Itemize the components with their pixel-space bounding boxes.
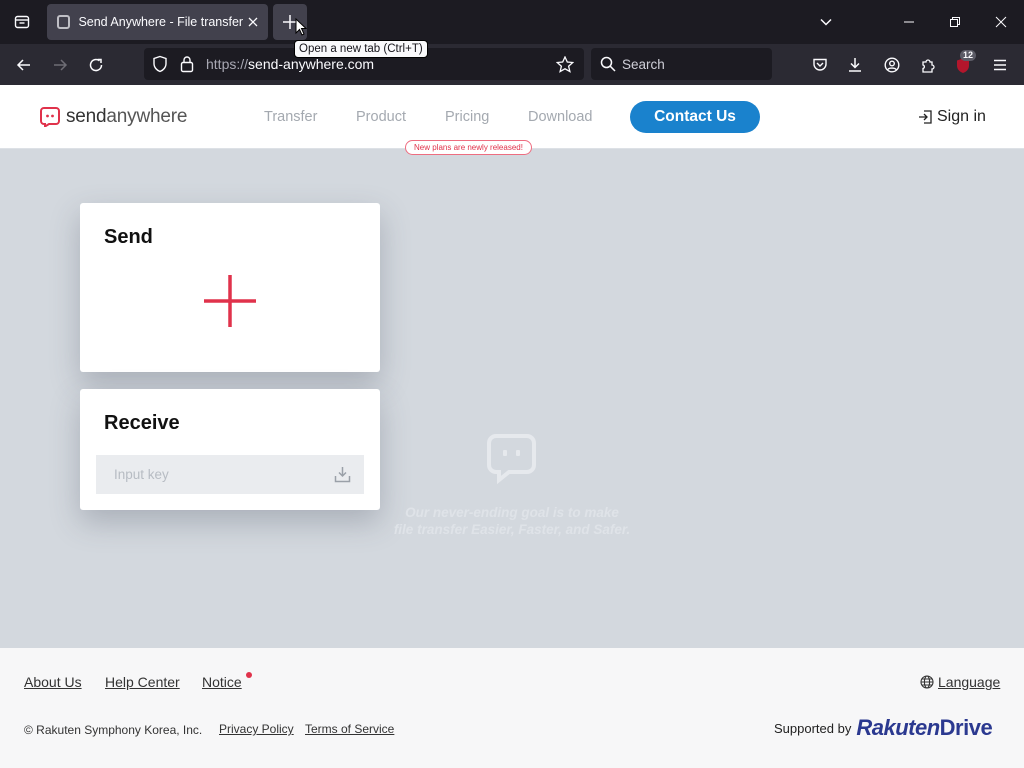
- extensions-button[interactable]: [913, 50, 943, 80]
- restore-button[interactable]: [941, 8, 969, 36]
- rakuten-logo-text: Rakuten: [856, 715, 940, 740]
- notice-indicator-dot: [246, 672, 252, 678]
- arrow-right-icon: [54, 59, 68, 71]
- firefox-view-button[interactable]: [8, 8, 36, 36]
- nav-pricing[interactable]: Pricing: [445, 109, 489, 125]
- language-label: Language: [938, 674, 1001, 690]
- send-anywhere-logo-icon: [40, 107, 60, 127]
- add-files-plus-icon[interactable]: [204, 275, 256, 327]
- restore-icon: [950, 17, 960, 27]
- active-tab[interactable]: Send Anywhere - File transfer: [47, 4, 268, 40]
- pocket-button[interactable]: [805, 50, 835, 80]
- account-button[interactable]: [877, 50, 907, 80]
- terms-of-service-link[interactable]: Terms of Service: [305, 722, 394, 736]
- downloads-button[interactable]: [840, 50, 870, 80]
- search-icon: [600, 56, 616, 72]
- footer-about-us[interactable]: About Us: [24, 674, 82, 690]
- tagline-line-2: file transfer Easier, Faster, and Safer.: [393, 522, 631, 537]
- language-selector[interactable]: Language: [920, 674, 1000, 690]
- new-tab-tooltip: Open a new tab (Ctrl+T): [294, 40, 428, 58]
- url-text[interactable]: https://send-anywhere.com: [206, 56, 374, 72]
- sign-in-icon: [919, 110, 932, 124]
- new-plans-badge: New plans are newly released!: [405, 140, 532, 155]
- browser-tab-bar: Send Anywhere - File transfer: [0, 0, 1024, 44]
- hamburger-menu-icon: [994, 59, 1006, 71]
- supported-by-label: Supported by: [774, 720, 852, 736]
- footer-notice[interactable]: Notice: [202, 674, 242, 690]
- url-host: send-anywhere.com: [248, 56, 375, 72]
- pocket-icon: [813, 58, 827, 71]
- account-icon: [884, 57, 900, 73]
- sign-in-link[interactable]: Sign in: [918, 108, 986, 126]
- copyright-text: © Rakuten Symphony Korea, Inc.: [24, 723, 203, 737]
- app-menu-button[interactable]: [985, 50, 1015, 80]
- sign-in-label: Sign in: [937, 108, 986, 125]
- mouse-cursor-icon: [295, 18, 307, 36]
- download-icon: [849, 58, 861, 72]
- receive-card: Receive: [80, 389, 380, 510]
- input-key-field[interactable]: [96, 455, 364, 494]
- nav-download[interactable]: Download: [528, 109, 593, 125]
- minimize-button[interactable]: [895, 8, 923, 36]
- hero-tagline: Our never-ending goal is to make file tr…: [394, 504, 630, 538]
- site-footer: About Us Help Center Notice Language © R…: [0, 648, 1024, 768]
- send-title: Send: [104, 226, 153, 248]
- close-icon: [248, 17, 258, 27]
- logo-wordmark: sendanywhere: [66, 106, 187, 128]
- firefox-view-icon: [14, 15, 30, 29]
- page-content: sendanywhere Transfer Product Pricing Do…: [0, 85, 1024, 768]
- nav-transfer[interactable]: Transfer: [264, 109, 317, 125]
- reload-button[interactable]: [81, 50, 111, 80]
- back-button[interactable]: [9, 50, 39, 80]
- list-all-tabs-button[interactable]: [812, 8, 840, 36]
- send-card: Send: [80, 203, 380, 372]
- search-bar[interactable]: Search: [591, 48, 772, 80]
- tab-close-button[interactable]: [243, 12, 262, 32]
- receive-title: Receive: [104, 412, 180, 434]
- logo-send: send: [66, 106, 107, 127]
- privacy-policy-link[interactable]: Privacy Policy: [219, 722, 294, 736]
- nav-product[interactable]: Product: [356, 109, 406, 125]
- supported-by-rakuten-drive[interactable]: Supported by Rakuten Drive: [774, 715, 993, 741]
- site-header: sendanywhere Transfer Product Pricing Do…: [0, 85, 1024, 155]
- footer-help-center[interactable]: Help Center: [105, 674, 180, 690]
- tab-title: Send Anywhere - File transfer: [78, 15, 244, 29]
- url-protocol: https://: [206, 56, 249, 72]
- globe-icon: [920, 675, 934, 689]
- logo-anywhere: anywhere: [106, 106, 188, 127]
- drive-logo-text: Drive: [939, 715, 993, 740]
- close-window-button[interactable]: [987, 8, 1015, 36]
- receive-download-icon[interactable]: [334, 466, 351, 483]
- close-icon: [995, 16, 1007, 28]
- site-favicon-icon: [57, 15, 71, 29]
- chevron-down-icon: [820, 18, 832, 26]
- minimize-icon: [904, 21, 914, 23]
- lock-icon[interactable]: [180, 55, 194, 73]
- puzzle-icon: [922, 59, 935, 73]
- tracking-shield-icon[interactable]: [152, 55, 168, 73]
- tagline-line-1: Our never-ending goal is to make: [405, 505, 619, 520]
- browser-nav-bar: https://send-anywhere.com Search 12: [0, 44, 1024, 85]
- forward-button[interactable]: [45, 50, 75, 80]
- reload-icon: [89, 58, 103, 72]
- contact-us-button[interactable]: Contact Us: [630, 101, 760, 133]
- bookmark-star-icon[interactable]: [556, 56, 574, 73]
- search-placeholder: Search: [622, 57, 665, 72]
- hero-logo-icon: [487, 434, 536, 484]
- extension-badge: 12: [960, 50, 977, 61]
- site-logo[interactable]: sendanywhere: [40, 106, 187, 128]
- arrow-left-icon: [16, 59, 30, 71]
